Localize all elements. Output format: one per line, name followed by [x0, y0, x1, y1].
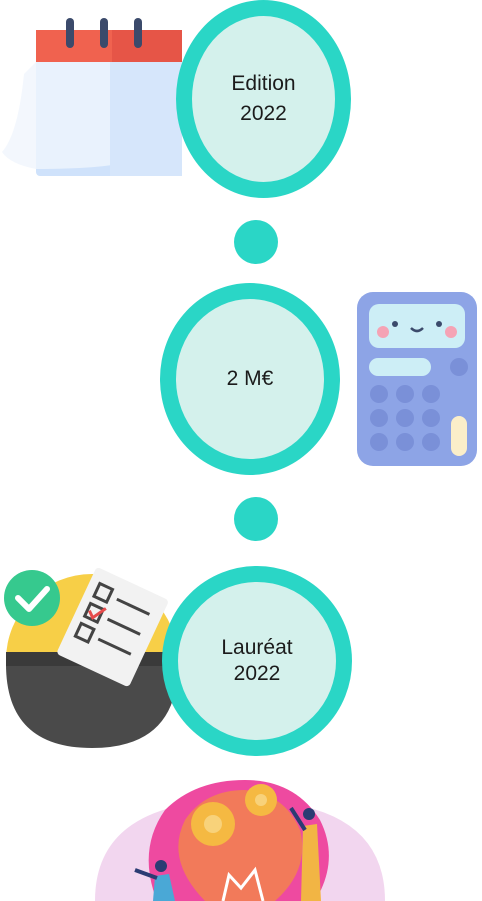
timeline-item-year: 2022 [233, 662, 281, 685]
timeline-connector-dot [234, 220, 278, 264]
timeline-item-budget: 2 M€ [160, 283, 340, 475]
calendar-icon [2, 18, 182, 176]
timeline-item-laureat: Lauréat 2022 [162, 566, 352, 756]
innovation-lightbulb-icon [95, 780, 385, 901]
calculator-icon [357, 292, 477, 466]
timeline-item-year: 2022 [240, 102, 287, 125]
timeline-connector-dot [234, 497, 278, 541]
timeline-item-label: 2 M€ [226, 366, 274, 390]
timeline-item-edition: Edition 2022 [176, 0, 351, 198]
timeline-item-label: Edition [231, 71, 296, 95]
ballot-box-icon [4, 568, 178, 748]
